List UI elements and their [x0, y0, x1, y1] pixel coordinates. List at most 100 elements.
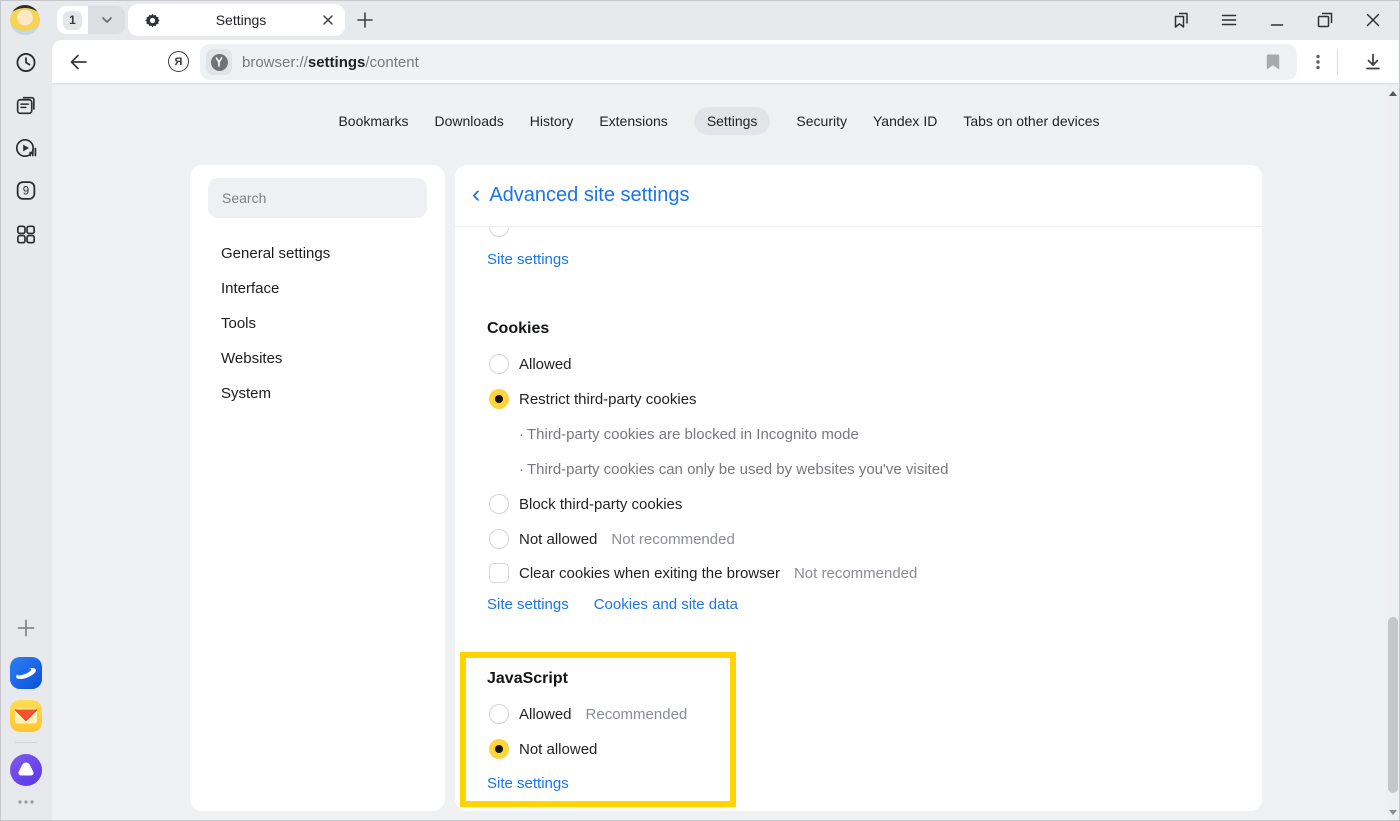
- nav-tabs-other-devices[interactable]: Tabs on other devices: [963, 107, 1099, 135]
- option-label[interactable]: Restrict third-party cookies: [519, 391, 697, 408]
- option-label[interactable]: Allowed: [519, 706, 572, 723]
- radio-icon[interactable]: [489, 494, 509, 514]
- back-icon[interactable]: [68, 52, 88, 72]
- sidebar-item-interface[interactable]: Interface: [221, 277, 279, 299]
- nav-extensions[interactable]: Extensions: [599, 107, 667, 135]
- feed-icon[interactable]: [15, 94, 38, 117]
- checkbox-icon[interactable]: [489, 563, 509, 583]
- option-note: Not recommended: [611, 531, 734, 548]
- option-label[interactable]: Allowed: [519, 356, 572, 373]
- titlebar: 1 Settings: [0, 0, 1400, 40]
- tab-count-badge: 1: [63, 11, 82, 30]
- sidebar-item-tools[interactable]: Tools: [221, 312, 256, 334]
- tab-settings[interactable]: Settings: [128, 4, 345, 36]
- yandex-mail-icon[interactable]: [10, 700, 42, 732]
- radio-icon[interactable]: [489, 529, 509, 549]
- tab-counter-control[interactable]: 1: [57, 6, 125, 34]
- chevron-down-icon: [99, 12, 115, 28]
- scrollbar-up-arrow[interactable]: [1389, 91, 1397, 96]
- sidebar-item-websites[interactable]: Websites: [221, 347, 282, 369]
- minimize-icon[interactable]: [1267, 10, 1287, 30]
- cookies-option-restrict-third-party[interactable]: Restrict third-party cookies: [489, 387, 697, 411]
- radio-icon[interactable]: [489, 354, 509, 374]
- side-rail: 9: [0, 40, 52, 821]
- javascript-option-allowed[interactable]: Allowed Recommended: [489, 702, 687, 726]
- settings-page: Bookmarks Downloads History Extensions S…: [52, 85, 1386, 821]
- downloads-icon[interactable]: [1363, 52, 1383, 72]
- apps-grid-icon[interactable]: [15, 223, 38, 246]
- profile-avatar[interactable]: [10, 5, 40, 35]
- tab-title: Settings: [161, 12, 321, 28]
- cookies-and-site-data-link[interactable]: Cookies and site data: [594, 596, 738, 618]
- rail-divider: [15, 742, 37, 743]
- tab-group-icon[interactable]: 9: [15, 179, 38, 202]
- back-chevron-icon[interactable]: ‹: [472, 184, 480, 204]
- cookies-heading: Cookies: [487, 317, 549, 341]
- page-title[interactable]: Advanced site settings: [489, 184, 689, 207]
- cookies-links: Site settings Cookies and site data: [487, 596, 738, 618]
- bookmark-icon[interactable]: [1265, 53, 1281, 71]
- svg-text:9: 9: [23, 186, 29, 198]
- maximize-restore-icon[interactable]: [1315, 10, 1335, 30]
- advanced-site-settings-card: ‹ Advanced site settings Site settings C…: [455, 165, 1262, 811]
- browser-window: 1 Settings: [0, 0, 1400, 821]
- yandex-disk-icon[interactable]: [10, 657, 42, 689]
- protect-badge[interactable]: [206, 49, 232, 75]
- sidebar-item-system[interactable]: System: [221, 382, 271, 404]
- history-clock-icon[interactable]: [15, 51, 38, 74]
- yandex-search-icon[interactable]: Я: [168, 51, 189, 72]
- nav-history[interactable]: History: [530, 107, 574, 135]
- settings-search-input[interactable]: [208, 178, 427, 218]
- add-panel-icon[interactable]: [15, 617, 37, 639]
- restrict-note-2: Third-party cookies can only be used by …: [519, 458, 948, 480]
- nav-security[interactable]: Security: [796, 107, 847, 135]
- close-window-icon[interactable]: [1363, 10, 1383, 30]
- nav-yandex-id[interactable]: Yandex ID: [873, 107, 937, 135]
- scrollbar-down-arrow[interactable]: [1389, 810, 1397, 815]
- radio-partially-scrolled[interactable]: [489, 228, 509, 237]
- alice-assistant-icon[interactable]: [10, 754, 42, 786]
- javascript-heading: JavaScript: [487, 667, 568, 691]
- sidebar-item-general-settings[interactable]: General settings: [221, 242, 330, 264]
- menu-icon[interactable]: [1219, 10, 1239, 30]
- protect-icon: [211, 54, 228, 71]
- video-music-icon[interactable]: [14, 137, 38, 161]
- site-settings-link-javascript[interactable]: Site settings: [487, 772, 569, 794]
- restrict-note-1: Third-party cookies are blocked in Incog…: [519, 423, 859, 445]
- kebab-menu-icon[interactable]: [1308, 52, 1328, 72]
- tab-close-icon[interactable]: [321, 13, 335, 27]
- javascript-option-not-allowed[interactable]: Not allowed: [489, 737, 597, 761]
- settings-scroll-area: Site settings Cookies Allowed Restrict t…: [455, 228, 1262, 811]
- radio-icon[interactable]: [489, 704, 509, 724]
- option-label[interactable]: Not allowed: [519, 741, 597, 758]
- new-tab-button[interactable]: [353, 8, 377, 32]
- option-label[interactable]: Not allowed: [519, 531, 597, 548]
- cookies-option-allowed[interactable]: Allowed: [489, 352, 572, 376]
- cookies-option-block-third-party[interactable]: Block third-party cookies: [489, 492, 682, 516]
- nav-bookmarks[interactable]: Bookmarks: [338, 107, 408, 135]
- site-settings-link-top[interactable]: Site settings: [487, 248, 569, 270]
- address-bar[interactable]: browser://settings/content: [200, 44, 1297, 80]
- settings-sidebar-card: General settings Interface Tools Website…: [190, 165, 445, 811]
- site-settings-link-cookies[interactable]: Site settings: [487, 596, 569, 618]
- url-text[interactable]: browser://settings/content: [242, 44, 419, 80]
- option-note: Not recommended: [794, 565, 917, 582]
- scrollbar-thumb[interactable]: [1388, 617, 1398, 793]
- option-label[interactable]: Clear cookies when exiting the browser: [519, 565, 780, 582]
- page-header: ‹ Advanced site settings: [455, 165, 1262, 227]
- option-label[interactable]: Block third-party cookies: [519, 496, 682, 513]
- cookies-clear-on-exit[interactable]: Clear cookies when exiting the browser N…: [489, 561, 917, 585]
- toolbar-divider: [1337, 49, 1338, 75]
- tab-list-dropdown[interactable]: [88, 6, 125, 34]
- side-panel-bookmarks-icon[interactable]: [1171, 10, 1191, 30]
- cookies-option-not-allowed[interactable]: Not allowed Not recommended: [489, 527, 735, 551]
- more-dots-icon[interactable]: [15, 798, 37, 806]
- nav-settings[interactable]: Settings: [694, 107, 771, 135]
- tab-counter-button[interactable]: 1: [57, 6, 88, 34]
- toolbar: Я browser://settings/content: [52, 40, 1400, 84]
- nav-downloads[interactable]: Downloads: [435, 107, 504, 135]
- page-scrollbar[interactable]: [1386, 85, 1400, 821]
- radio-selected-icon[interactable]: [489, 739, 509, 759]
- radio-selected-icon[interactable]: [489, 389, 509, 409]
- option-note: Recommended: [586, 706, 688, 723]
